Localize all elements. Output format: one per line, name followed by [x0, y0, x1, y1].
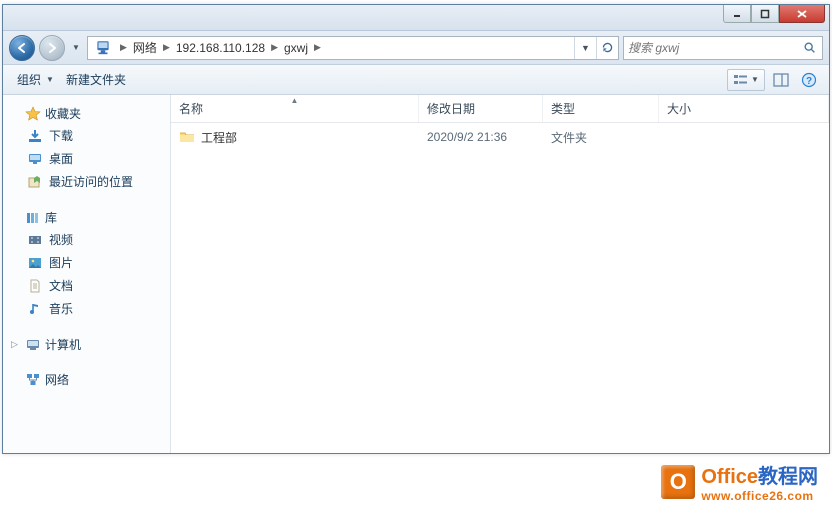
search-box[interactable]	[623, 36, 823, 60]
column-name[interactable]: 名称 ▲	[171, 95, 419, 122]
sidebar-favorites-header[interactable]: 收藏夹	[7, 103, 166, 124]
new-folder-label: 新建文件夹	[66, 71, 126, 88]
new-folder-button[interactable]: 新建文件夹	[60, 68, 132, 91]
sidebar-item-recent[interactable]: 最近访问的位置	[7, 170, 166, 193]
sidebar-item-label: 文档	[49, 277, 73, 294]
sidebar-libraries-header[interactable]: 库	[7, 207, 166, 228]
sidebar-computer-group: ▷ 计算机	[7, 334, 166, 355]
sidebar-item-label: 视频	[49, 231, 73, 248]
search-input[interactable]	[624, 41, 798, 55]
column-type[interactable]: 类型	[543, 95, 659, 122]
network-location-icon	[94, 39, 112, 57]
svg-text:?: ?	[806, 76, 812, 87]
sidebar-item-network[interactable]: 网络	[7, 369, 166, 390]
watermark-url: www.office26.com	[701, 489, 818, 503]
minimize-button[interactable]	[723, 5, 751, 23]
file-row[interactable]: 工程部 2020/9/2 21:36 文件夹	[171, 123, 829, 147]
organize-label: 组织	[17, 71, 41, 88]
desktop-icon	[27, 151, 43, 167]
computer-icon	[25, 337, 41, 353]
chevron-down-icon: ▼	[46, 75, 54, 84]
organize-button[interactable]: 组织 ▼	[11, 68, 60, 91]
sort-asc-icon: ▲	[291, 96, 299, 105]
breadcrumb-sep-icon[interactable]: ▶	[312, 42, 323, 53]
sidebar: 收藏夹 下载 桌面 最近访问的位置	[3, 95, 171, 453]
content-area: 名称 ▲ 修改日期 类型 大小 工程部 2020/9/2 21:36 文件夹	[171, 95, 829, 453]
sidebar-item-desktop[interactable]: 桌面	[7, 147, 166, 170]
music-icon	[27, 301, 43, 317]
column-date[interactable]: 修改日期	[419, 95, 543, 122]
file-type: 文件夹	[543, 129, 659, 146]
sidebar-libraries-label: 库	[45, 209, 57, 226]
pictures-icon	[27, 255, 43, 271]
sidebar-item-music[interactable]: 音乐	[7, 297, 166, 320]
sidebar-item-label: 下载	[49, 127, 73, 144]
sidebar-item-pictures[interactable]: 图片	[7, 251, 166, 274]
titlebar	[3, 5, 829, 31]
sidebar-item-computer[interactable]: ▷ 计算机	[7, 334, 166, 355]
sidebar-item-label: 桌面	[49, 150, 73, 167]
sidebar-item-downloads[interactable]: 下载	[7, 124, 166, 147]
breadcrumb-segment[interactable]: 网络	[129, 37, 161, 59]
sidebar-item-label: 计算机	[45, 336, 81, 353]
breadcrumb-segment[interactable]: 192.168.110.128	[172, 37, 269, 59]
forward-button[interactable]	[39, 35, 65, 61]
refresh-button[interactable]	[596, 37, 618, 59]
chevron-down-icon: ▼	[751, 75, 759, 84]
column-size[interactable]: 大小	[659, 95, 829, 122]
address-dropdown-icon[interactable]: ▼	[574, 37, 596, 59]
favorites-icon	[25, 106, 41, 122]
file-name: 工程部	[201, 129, 237, 146]
view-options-button[interactable]: ▼	[727, 69, 765, 91]
sidebar-item-documents[interactable]: 文档	[7, 274, 166, 297]
network-icon	[25, 372, 41, 388]
breadcrumb-sep-icon[interactable]: ▶	[269, 42, 280, 53]
sidebar-item-label: 最近访问的位置	[49, 173, 133, 190]
help-button[interactable]: ?	[797, 69, 821, 91]
toolbar: 组织 ▼ 新建文件夹 ▼ ?	[3, 65, 829, 95]
breadcrumb-segment[interactable]: gxwj	[280, 37, 312, 59]
address-bar[interactable]: ▶ 网络 ▶ 192.168.110.128 ▶ gxwj ▶ ▼	[87, 36, 619, 60]
breadcrumb-sep-icon[interactable]: ▶	[161, 42, 172, 53]
navigation-row: ▼ ▶ 网络 ▶ 192.168.110.128 ▶ gxwj ▶ ▼	[3, 31, 829, 65]
explorer-window: ▼ ▶ 网络 ▶ 192.168.110.128 ▶ gxwj ▶ ▼	[2, 4, 830, 454]
sidebar-libraries-group: 库 视频 图片 文档 音乐	[7, 207, 166, 320]
search-icon[interactable]	[798, 41, 822, 55]
sidebar-item-label: 图片	[49, 254, 73, 271]
watermark-logo-icon: O	[661, 465, 695, 499]
breadcrumb-sep-icon[interactable]: ▶	[118, 42, 129, 53]
maximize-button[interactable]	[751, 5, 779, 23]
watermark: O Office教程网 www.office26.com	[661, 460, 818, 503]
body: 收藏夹 下载 桌面 最近访问的位置	[3, 95, 829, 453]
downloads-icon	[27, 128, 43, 144]
sidebar-network-group: 网络	[7, 369, 166, 390]
disclosure-icon: ▷	[11, 339, 21, 350]
sidebar-item-label: 音乐	[49, 300, 73, 317]
sidebar-item-videos[interactable]: 视频	[7, 228, 166, 251]
preview-pane-button[interactable]	[769, 69, 793, 91]
libraries-icon	[25, 210, 41, 226]
file-date: 2020/9/2 21:36	[419, 130, 543, 144]
close-button[interactable]	[779, 5, 825, 23]
documents-icon	[27, 278, 43, 294]
sidebar-favorites-group: 收藏夹 下载 桌面 最近访问的位置	[7, 103, 166, 193]
column-headers: 名称 ▲ 修改日期 类型 大小	[171, 95, 829, 123]
video-icon	[27, 232, 43, 248]
back-button[interactable]	[9, 35, 35, 61]
folder-icon	[179, 129, 195, 145]
window-buttons	[723, 5, 825, 23]
sidebar-favorites-label: 收藏夹	[45, 105, 81, 122]
watermark-title: Office教程网	[701, 460, 818, 489]
sidebar-item-label: 网络	[45, 371, 69, 388]
nav-history-dropdown[interactable]: ▼	[69, 37, 83, 59]
recent-icon	[27, 174, 43, 190]
